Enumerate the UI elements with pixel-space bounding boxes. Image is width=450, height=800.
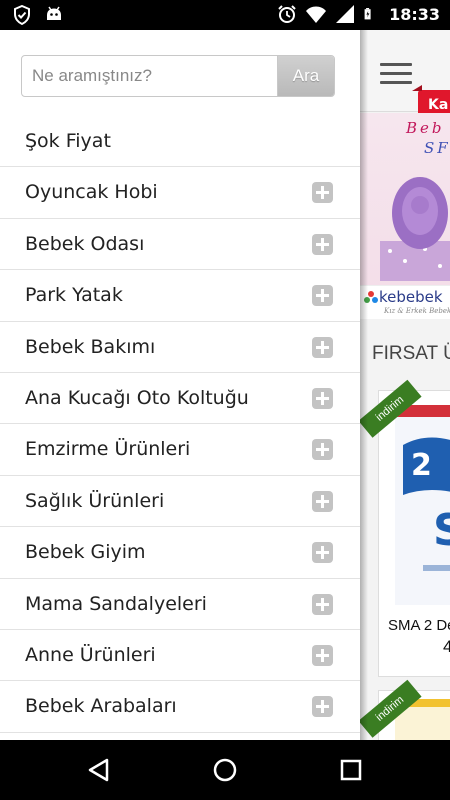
menu-item-mama-sandalyeleri[interactable]: Mama Sandalyeleri (0, 579, 360, 630)
brand-bar: kebebek Kız & Erkek Bebek (360, 285, 450, 319)
signal-icon (336, 5, 355, 23)
menu-item-park-yatak[interactable]: Park Yatak (0, 270, 360, 322)
menu-item-emzirme[interactable]: Emzirme Ürünleri (0, 424, 360, 476)
product-name[interactable]: SMA 2 De (388, 617, 450, 634)
expand-plus-icon[interactable] (312, 285, 333, 307)
menu-item-label: Anne Ürünleri (25, 643, 156, 666)
menu-item-saglik[interactable]: Sağlık Ürünleri (0, 476, 360, 528)
menu-icon[interactable] (380, 63, 412, 87)
promo-banner[interactable]: Beb SF kebebek Kız & Erkek Bebek (360, 113, 450, 319)
recents-icon[interactable] (337, 756, 365, 784)
system-nav-bar (0, 740, 450, 800)
formula-can-image: 2 S (395, 405, 450, 605)
section-title: FIRSAT Ü (372, 343, 450, 364)
menu-item-ana-kucagi[interactable]: Ana Kucağı Oto Koltuğu (0, 373, 360, 425)
menu-item-label: Park Yatak (25, 284, 123, 307)
brand-name: kebebek (379, 288, 443, 306)
alarm-icon (278, 5, 296, 23)
svg-text:S: S (433, 505, 450, 556)
expand-plus-icon[interactable] (312, 387, 333, 409)
android-icon (47, 6, 61, 20)
product-price: 4 (443, 637, 450, 656)
wifi-icon (306, 6, 327, 23)
home-icon[interactable] (211, 756, 239, 784)
banner-text-1: Beb (406, 119, 445, 137)
menu-item-label: Sağlık Ürünleri (25, 489, 165, 512)
expand-plus-icon[interactable] (312, 542, 333, 564)
product-card[interactable]: indirim (360, 679, 450, 740)
expand-plus-icon[interactable] (312, 439, 333, 461)
menu-item-label: Ana Kucağı Oto Koltuğu (25, 386, 249, 409)
menu-item-bebek-arabalari[interactable]: Bebek Arabaları (0, 681, 360, 733)
shield-check-icon (14, 5, 30, 25)
search-box: Ara (21, 55, 335, 97)
banner-text-2: SF (424, 139, 450, 157)
menu-item-label: Bebek Arabaları (25, 695, 177, 718)
product-card[interactable]: 2 S indirim SMA 2 De 4 (360, 379, 450, 677)
menu-item-sok-fiyat[interactable]: Şok Fiyat (0, 116, 360, 168)
clock: 18:33 (389, 4, 440, 24)
brand-tagline: Kız & Erkek Bebek (384, 307, 450, 315)
menu-item-bebek-bakimi[interactable]: Bebek Bakımı (0, 322, 360, 373)
search-button[interactable]: Ara (277, 56, 334, 96)
menu-item-anne-urunleri[interactable]: Anne Ürünleri (0, 630, 360, 682)
menu-item-oyuncak-hobi[interactable]: Oyuncak Hobi (0, 167, 360, 219)
svg-text:2: 2 (411, 448, 432, 483)
background-page: Ka Beb SF kebebek Kız & Erkek Bebek FIRS… (360, 30, 450, 740)
app-header: Ka (360, 30, 450, 124)
expand-plus-icon[interactable] (312, 233, 333, 255)
expand-plus-icon[interactable] (312, 644, 333, 666)
drawer-shadow (360, 30, 368, 740)
expand-plus-icon[interactable] (312, 593, 333, 615)
menu-item-label: Emzirme Ürünleri (25, 438, 191, 461)
search-input[interactable] (22, 56, 278, 96)
status-bar: 18:33 (0, 0, 450, 30)
menu-item-label: Oyuncak Hobi (25, 181, 158, 204)
menu-item-label: Bebek Bakımı (25, 335, 156, 358)
expand-plus-icon[interactable] (312, 336, 333, 358)
menu-item-label: Bebek Odası (25, 232, 145, 255)
menu-item-label: Bebek Giyim (25, 541, 146, 564)
category-menu: Şok Fiyat Oyuncak Hobi Bebek Odası Park … (0, 116, 360, 733)
back-icon[interactable] (85, 756, 113, 784)
menu-item-bebek-odasi[interactable]: Bebek Odası (0, 219, 360, 271)
battery-charging-icon (364, 8, 371, 20)
menu-item-label: Mama Sandalyeleri (25, 592, 207, 615)
baby-soap-image (380, 177, 450, 281)
menu-item-bebek-giyim[interactable]: Bebek Giyim (0, 527, 360, 579)
expand-plus-icon[interactable] (312, 696, 333, 718)
navigation-drawer: Ara Şok Fiyat Oyuncak Hobi Bebek Odası P… (0, 30, 360, 740)
expand-plus-icon[interactable] (312, 182, 333, 204)
menu-item-label: Şok Fiyat (25, 130, 111, 152)
expand-plus-icon[interactable] (312, 490, 333, 512)
